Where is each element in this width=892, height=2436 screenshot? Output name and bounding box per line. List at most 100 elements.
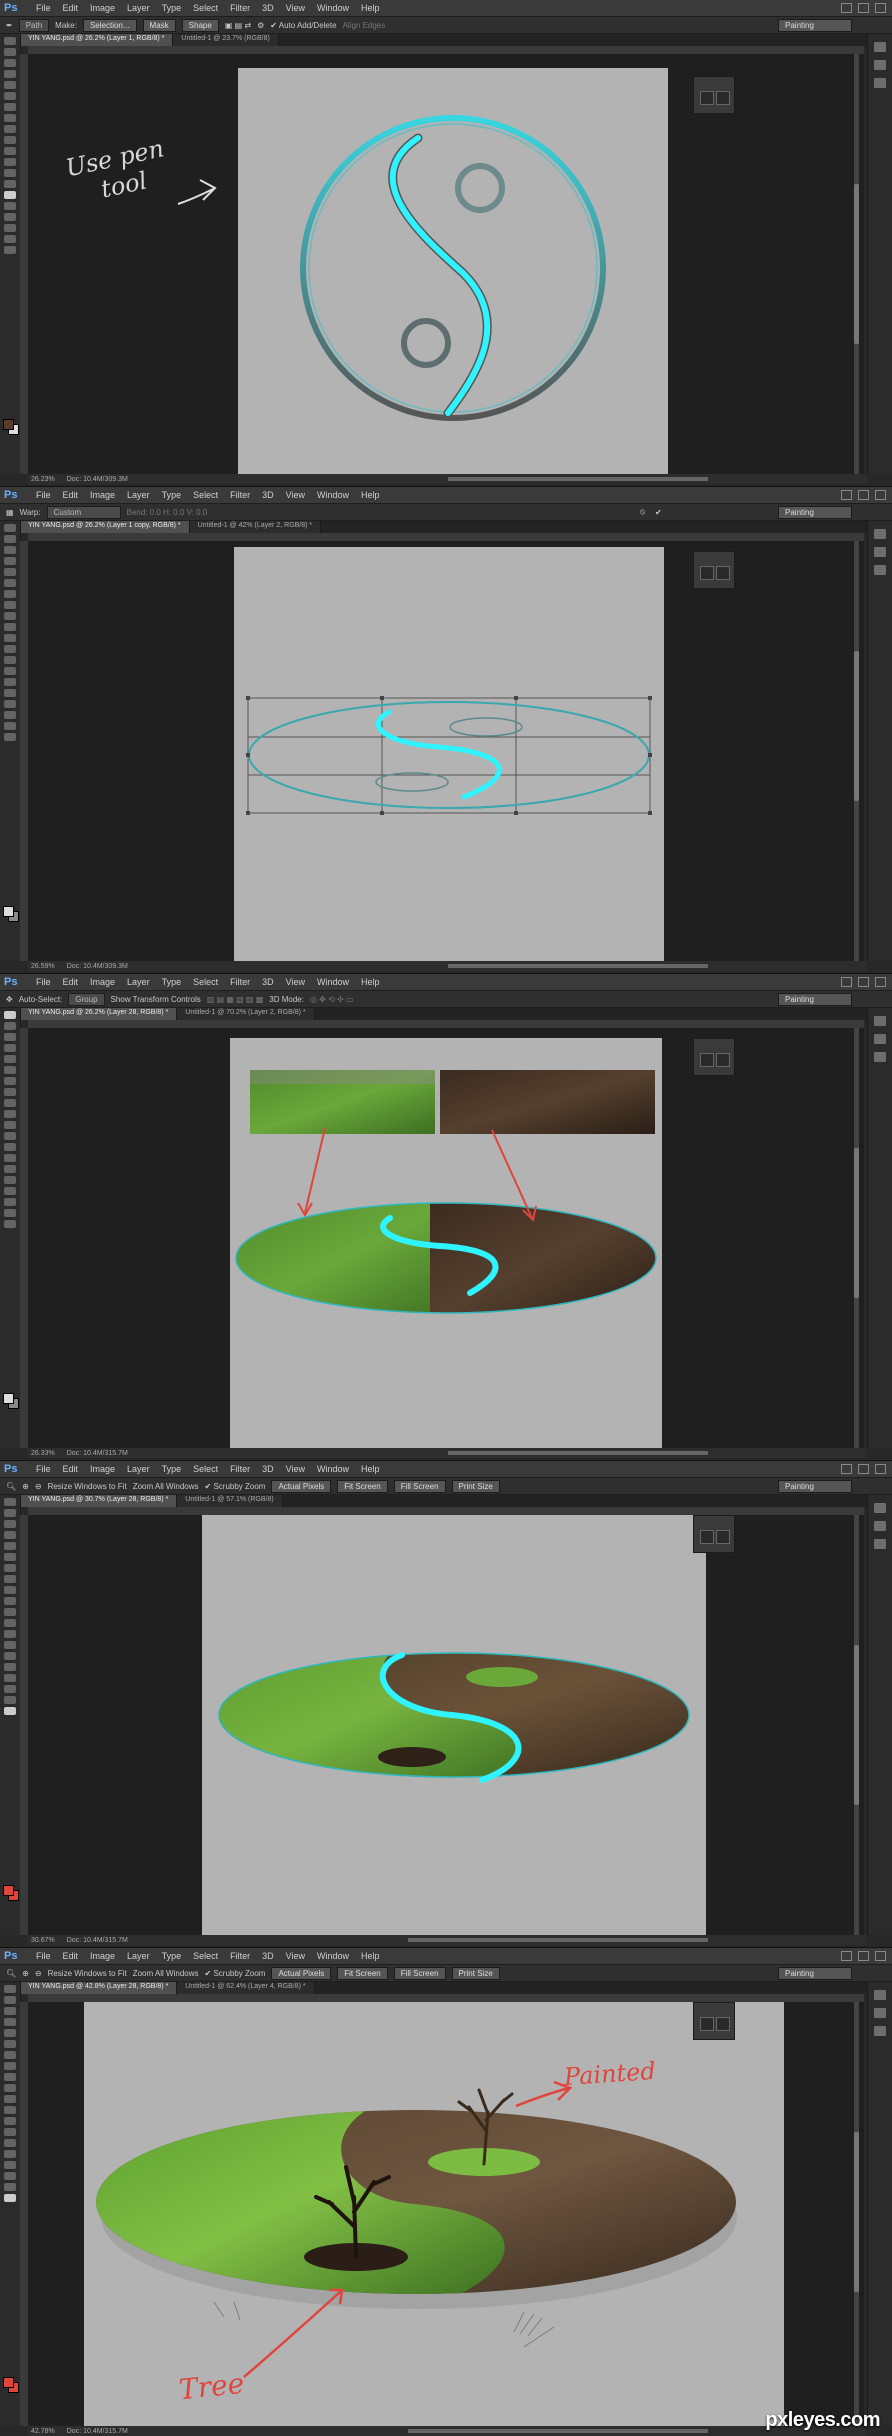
blur-tool-icon[interactable] (4, 1630, 16, 1638)
pen-tool-icon[interactable] (4, 1652, 16, 1660)
vertical-scrollbar[interactable] (854, 54, 859, 474)
auto-select-checkbox[interactable]: Auto-Select: (19, 995, 63, 1004)
crop-tool-icon[interactable] (4, 1542, 16, 1550)
gradient-tool-icon[interactable] (4, 1132, 16, 1140)
healing-tool-icon[interactable] (4, 1077, 16, 1085)
menu-filter[interactable]: Filter (224, 490, 256, 500)
vertical-scrollbar[interactable] (854, 541, 859, 961)
workspace-select[interactable]: Painting (778, 19, 852, 32)
marquee-tool-icon[interactable] (4, 535, 16, 543)
menu-filter[interactable]: Filter (224, 1464, 256, 1474)
dodge-tool-icon[interactable] (4, 1154, 16, 1162)
menu-file[interactable]: File (30, 1951, 57, 1961)
transform-handles[interactable] (246, 696, 652, 815)
shape-tool-icon[interactable] (4, 2172, 16, 2180)
adjustments-icon[interactable] (874, 60, 886, 70)
brush-tool-icon[interactable] (4, 1575, 16, 1583)
eyedropper-tool-icon[interactable] (4, 92, 16, 100)
crop-tool-icon[interactable] (4, 2029, 16, 2037)
eraser-tool-icon[interactable] (4, 2095, 16, 2103)
minimize-icon[interactable] (841, 977, 852, 987)
marquee-tool-icon[interactable] (4, 1509, 16, 1517)
close-icon[interactable] (875, 490, 886, 500)
fill-screen-button[interactable]: Fill Screen (393, 1966, 446, 1980)
brush-tool-icon[interactable] (4, 114, 16, 122)
marquee-tool-icon[interactable] (4, 48, 16, 56)
menu-image[interactable]: Image (84, 3, 121, 13)
zoom-all-windows-checkbox[interactable]: Zoom All Windows (133, 1969, 199, 1978)
menu-help[interactable]: Help (355, 1951, 386, 1961)
dodge-tool-icon[interactable] (4, 1641, 16, 1649)
healing-tool-icon[interactable] (4, 103, 16, 111)
history-brush-tool-icon[interactable] (4, 1597, 16, 1605)
tab-untitled[interactable]: Untitled-1 @ 57.1% (RGB/8) (177, 1495, 283, 1507)
zoom-level[interactable]: 26.59% (31, 963, 55, 970)
actions-icon[interactable] (716, 566, 730, 580)
menu-3d[interactable]: 3D (256, 1464, 280, 1474)
menu-select[interactable]: Select (187, 977, 224, 987)
workspace-select[interactable]: Painting (778, 506, 852, 519)
scrubby-zoom-checkbox[interactable]: ✔ Scrubby Zoom (205, 1482, 266, 1491)
print-size-button[interactable]: Print Size (451, 1479, 500, 1493)
history-brush-tool-icon[interactable] (4, 623, 16, 631)
actions-icon[interactable] (716, 1530, 730, 1544)
minimize-icon[interactable] (841, 3, 852, 13)
marquee-tool-icon[interactable] (4, 1996, 16, 2004)
tab-untitled[interactable]: Untitled-1 @ 42% (Layer 2, RGB/8) * (189, 521, 322, 533)
eraser-tool-icon[interactable] (4, 1608, 16, 1616)
brush-tool-icon[interactable] (4, 1088, 16, 1096)
eyedropper-tool-icon[interactable] (4, 1066, 16, 1074)
path-select-tool-icon[interactable] (4, 1674, 16, 1682)
menu-layer[interactable]: Layer (121, 490, 156, 500)
move-tool-icon[interactable] (4, 1498, 16, 1506)
quick-select-tool-icon[interactable] (4, 2018, 16, 2026)
scrubby-zoom-checkbox[interactable]: ✔ Scrubby Zoom (205, 1969, 266, 1978)
menu-select[interactable]: Select (187, 1464, 224, 1474)
layers-icon[interactable] (874, 1052, 886, 1062)
menu-type[interactable]: Type (156, 1464, 188, 1474)
crop-tool-icon[interactable] (4, 568, 16, 576)
foreground-color-swatch[interactable] (3, 2377, 14, 2388)
actions-icon[interactable] (716, 91, 730, 105)
align-edges-checkbox[interactable]: Align Edges (343, 21, 386, 30)
maximize-icon[interactable] (858, 1951, 869, 1961)
vertical-scrollbar[interactable] (854, 2002, 859, 2426)
menu-type[interactable]: Type (156, 490, 188, 500)
layers-icon[interactable] (874, 2026, 886, 2036)
document-canvas[interactable] (234, 547, 664, 961)
document-canvas[interactable]: Painted Tree (84, 2002, 784, 2426)
zoom-out-icon[interactable]: ⊖ (35, 1969, 42, 1978)
menu-filter[interactable]: Filter (224, 3, 256, 13)
menu-file[interactable]: File (30, 977, 57, 987)
brush-tool-icon[interactable] (4, 2062, 16, 2070)
warp-icon[interactable]: ▦ (6, 508, 14, 517)
panel-toggle-icon[interactable] (874, 42, 886, 52)
auto-select-target-select[interactable]: Group (68, 992, 105, 1006)
adjustments-icon[interactable] (874, 1034, 886, 1044)
stamp-tool-icon[interactable] (4, 125, 16, 133)
healing-tool-icon[interactable] (4, 1564, 16, 1572)
zoom-out-icon[interactable]: ⊖ (35, 1482, 42, 1491)
menu-window[interactable]: Window (311, 1464, 355, 1474)
move-tool-icon[interactable] (4, 1011, 16, 1019)
crop-tool-icon[interactable] (4, 1055, 16, 1063)
menu-select[interactable]: Select (187, 490, 224, 500)
minimize-icon[interactable] (841, 490, 852, 500)
eraser-tool-icon[interactable] (4, 1121, 16, 1129)
menu-image[interactable]: Image (84, 977, 121, 987)
tab-yin-yang[interactable]: YIN YANG.psd @ 26.2% (Layer 1, RGB/8) * (20, 34, 174, 46)
eraser-tool-icon[interactable] (4, 634, 16, 642)
menu-select[interactable]: Select (187, 1951, 224, 1961)
history-brush-tool-icon[interactable] (4, 136, 16, 144)
horizontal-scrollbar[interactable] (408, 2429, 708, 2433)
menu-3d[interactable]: 3D (256, 3, 280, 13)
make-shape-button[interactable]: Shape (181, 18, 219, 32)
eyedropper-tool-icon[interactable] (4, 579, 16, 587)
zoom-tool-icon[interactable] (4, 2194, 16, 2202)
foreground-color-swatch[interactable] (3, 1393, 14, 1404)
dodge-tool-icon[interactable] (4, 180, 16, 188)
warp-style-select[interactable]: Custom (46, 505, 121, 519)
make-selection-button[interactable]: Selection... (82, 18, 137, 32)
menu-view[interactable]: View (280, 1951, 311, 1961)
zoom-tool-icon[interactable] (4, 246, 16, 254)
